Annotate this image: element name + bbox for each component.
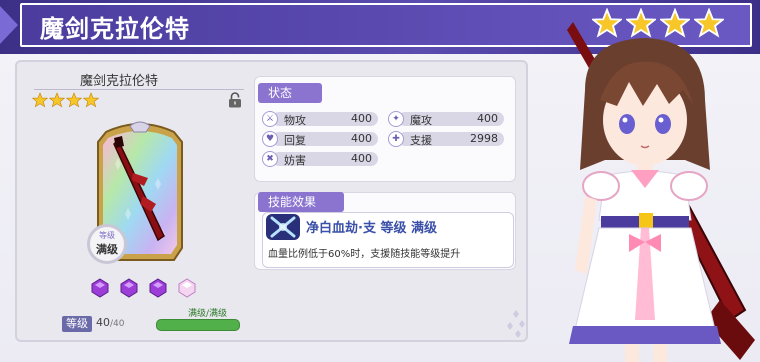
star-icon (49, 92, 65, 108)
purple-gem-icon (91, 278, 109, 298)
stat-label: 回复 (284, 134, 306, 147)
skill-crossed-swords-icon (266, 214, 300, 240)
level-badge-caption: 等级 (99, 231, 115, 240)
stat-label: 支援 (410, 134, 432, 147)
level-badge: 等级 满级 (87, 224, 127, 264)
heal-icon: ♥ (262, 131, 278, 147)
pink-gem-icon (178, 278, 196, 298)
stat-label: 物攻 (284, 114, 306, 127)
level-label: 等级 (62, 316, 92, 332)
stat-physical-attack: ⚔ 物攻 400 (258, 111, 378, 127)
purple-gem-icon (149, 278, 167, 298)
support-icon: ✚ (388, 131, 404, 147)
wand-icon: ✦ (388, 111, 404, 127)
stats-section-tag: 状态 (258, 83, 322, 103)
level-current: 40 (96, 316, 110, 329)
stat-label: 魔攻 (410, 114, 432, 127)
star-icon (83, 92, 99, 108)
page-title: 魔剑克拉伦特 (40, 15, 190, 43)
hinder-icon: ✖ (262, 151, 278, 167)
header-arrow-decoration (0, 6, 18, 44)
skill-section-tag: 技能效果 (258, 192, 344, 212)
level-badge-value: 满级 (96, 243, 118, 256)
sword-icon: ⚔ (262, 111, 278, 127)
stat-value: 400 (351, 132, 372, 145)
stat-magic-attack: ✦ 魔攻 400 (384, 111, 504, 127)
level-progress-bar (156, 319, 240, 331)
level-value: 40/40 (96, 316, 124, 329)
corner-diamond-pattern (507, 310, 525, 338)
character-illustration (567, 22, 755, 362)
stat-value: 2998 (470, 132, 498, 145)
stat-value: 400 (477, 112, 498, 125)
level-max: /40 (110, 319, 125, 329)
stat-value: 400 (351, 152, 372, 165)
stat-heal: ♥ 回复 400 (258, 131, 378, 147)
stat-value: 400 (351, 112, 372, 125)
level-bar-label: 满级/满级 (188, 309, 228, 319)
stat-hinder: ✖ 妨害 400 (258, 151, 378, 167)
stat-label: 妨害 (284, 154, 306, 167)
level-row: 等级 40/40 满级/满级 (40, 309, 240, 334)
divider (34, 89, 244, 90)
skill-title: 净白血劫·支 等级 满级 (306, 221, 437, 236)
skill-description: 血量比例低于60%时，支援随技能等级提升 (268, 249, 461, 260)
purple-gem-icon (120, 278, 138, 298)
enhance-gems (90, 278, 197, 298)
star-icon (66, 92, 82, 108)
weapon-name: 魔剑克拉伦特 (80, 74, 159, 89)
lock-icon[interactable] (228, 92, 242, 108)
card-stars (32, 92, 99, 108)
star-icon (32, 92, 48, 108)
stat-support: ✚ 支援 2998 (384, 131, 504, 147)
